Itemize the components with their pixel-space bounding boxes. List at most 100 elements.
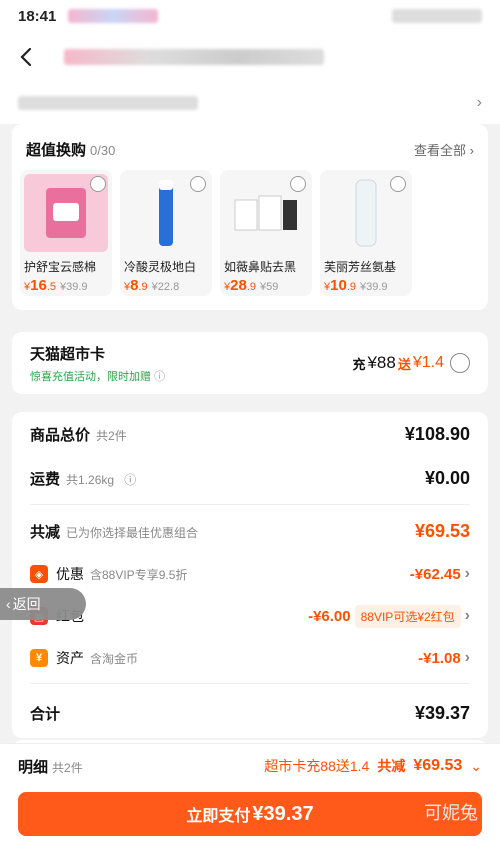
chevron-right-icon: › xyxy=(464,607,470,624)
tmall-info: 天猫超市卡 惊喜充值活动，限时加赠 ⓘ xyxy=(30,343,165,384)
price-int: 16 xyxy=(30,277,47,294)
old-price: ¥39.9 xyxy=(60,281,88,293)
detail-label-wrap: 明细 共2件 xyxy=(18,756,83,777)
summary-card: 商品总价 共2件 ¥108.90 运费 共1.26kg ⓘ ¥0.00 共减 已为你选… xyxy=(12,412,488,738)
select-radio[interactable] xyxy=(290,176,306,192)
exchange-count: 0/30 xyxy=(90,142,116,158)
asset-row[interactable]: ¥ 资产 含淘金币 -¥1.08 › xyxy=(30,637,470,679)
return-label: 返回 xyxy=(12,596,41,612)
price-int: 10 xyxy=(330,277,347,294)
offer-bonus: ¥1.4 xyxy=(412,354,444,371)
product-price: ¥10.9 ¥39.9 xyxy=(324,277,408,294)
coin-icon: ¥ xyxy=(30,649,48,667)
goods-total-label-wrap: 商品总价 共2件 xyxy=(30,424,127,445)
product-name: 芙丽芳丝氨基 xyxy=(324,260,397,274)
watermark: 可妮兔 xyxy=(424,803,478,823)
coupon-icon: ◈ xyxy=(30,565,48,583)
divider xyxy=(30,504,470,505)
discount-label-wrap: 共减 已为你选择最佳优惠组合 xyxy=(30,521,198,542)
select-radio[interactable] xyxy=(390,176,406,192)
shipping-weight: 共1.26kg xyxy=(66,472,115,487)
exchange-title: 超值换购 xyxy=(26,141,87,159)
detail-label: 明细 xyxy=(18,758,49,776)
exchange-item[interactable]: 冷酸灵极地白 ¥8.9 ¥22.8 xyxy=(120,170,212,296)
view-all-label: 查看全部 xyxy=(414,142,467,158)
old-price: ¥39.9 xyxy=(360,281,388,293)
exchange-list: 护舒宝云感棉 ¥16.5 ¥39.9 冷酸灵极地白 ¥8.9 ¥22.8 如薇鼻… xyxy=(20,170,488,296)
exchange-header: 超值换购 0/30 查看全部 › xyxy=(20,134,488,164)
info-icon[interactable]: ⓘ xyxy=(154,371,165,383)
product-name: 护舒宝云感棉 xyxy=(24,260,97,274)
exchange-card: 超值换购 0/30 查看全部 › 护舒宝云感棉 ¥16.5 ¥39.9 冷酸灵极… xyxy=(12,124,488,310)
old-price: ¥22.8 xyxy=(151,281,180,293)
shipping-label: 运费 xyxy=(30,470,61,488)
tmall-subtitle-text: 惊喜充值活动，限时加赠 xyxy=(30,370,151,383)
blurred-store-name xyxy=(64,49,324,65)
help-icon[interactable]: ⓘ xyxy=(124,473,136,487)
select-radio[interactable] xyxy=(90,176,106,192)
asset-label-wrap: ¥ 资产 含淘金币 xyxy=(30,648,138,668)
detail-summary: 超市卡充88送1.4 共减 ¥69.53 ⌄ xyxy=(264,756,482,776)
exchange-title-wrap: 超值换购 0/30 xyxy=(26,139,115,160)
blurred-status-icons xyxy=(68,9,159,23)
tmall-select-radio[interactable] xyxy=(450,353,470,373)
promo-value-wrap: -¥62.45 › xyxy=(410,565,470,583)
asset-value-wrap: -¥1.08 › xyxy=(418,649,470,667)
shipping-fee: ¥0.00 xyxy=(424,467,470,488)
top-bar xyxy=(0,32,500,82)
product-price: ¥28.9 ¥59 xyxy=(224,277,308,294)
discount-row: 共减 已为你选择最佳优惠组合 ¥69.53 xyxy=(30,509,470,553)
goods-total-row: 商品总价 共2件 ¥108.90 xyxy=(30,412,470,456)
back-arrow-icon[interactable] xyxy=(14,45,38,69)
promo-row[interactable]: ◈ 优惠 含88VIP专享9.5折 -¥62.45 › xyxy=(30,553,470,595)
tmall-subtitle: 惊喜充值活动，限时加赠 ⓘ xyxy=(30,368,165,384)
checkout-screen: 18:41 › 超值换购 0/30 查看全部 › 护舒宝云感棉 ¥16.5 ¥3… xyxy=(0,0,500,843)
offer-prefix: 充 xyxy=(352,356,366,372)
discount-note: 已为你选择最佳优惠组合 xyxy=(66,525,199,540)
total-label: 合计 xyxy=(30,705,61,723)
detail-count: 共2件 xyxy=(52,760,83,775)
chevron-right-icon: › xyxy=(476,94,482,111)
redpacket-row[interactable]: ▣红包 -¥6.0088VIP可选¥2红包› xyxy=(30,595,470,637)
total-row: 合计 ¥39.37 xyxy=(30,688,470,738)
price-dec: .9 xyxy=(246,281,256,293)
asset-value: -¥1.08 xyxy=(418,649,461,667)
blurred-status-right xyxy=(392,9,482,23)
asset-note: 含淘金币 xyxy=(90,651,139,666)
price-dec: .9 xyxy=(346,281,356,293)
detail-row[interactable]: 明细 共2件 超市卡充88送1.4 共减 ¥69.53 ⌄ xyxy=(0,748,500,784)
redpacket-value: -¥6.00 xyxy=(308,607,351,625)
pay-label: 立即支付 xyxy=(186,808,251,825)
asset-label: 资产 xyxy=(56,650,84,666)
status-bar: 18:41 xyxy=(0,0,500,32)
return-button[interactable]: ‹ 返回 xyxy=(0,588,86,620)
product-name: 如薇鼻贴去黑 xyxy=(224,260,297,274)
redpacket-tag: 88VIP可选¥2红包 xyxy=(354,604,461,628)
pay-now-button[interactable]: 立即支付 ¥39.37 xyxy=(18,792,482,836)
chevron-right-icon: › xyxy=(469,142,474,158)
product-price: ¥8.9 ¥22.8 xyxy=(124,277,208,294)
shipping-row: 运费 共1.26kg ⓘ ¥0.00 xyxy=(30,456,470,500)
product-name: 冷酸灵极地白 xyxy=(124,260,197,274)
exchange-item[interactable]: 护舒宝云感棉 ¥16.5 ¥39.9 xyxy=(20,170,112,296)
bottom-bar: 明细 共2件 超市卡充88送1.4 共减 ¥69.53 ⌄ 立即支付 ¥39.37 xyxy=(0,743,500,843)
total-value: ¥39.37 xyxy=(414,702,470,723)
chevron-down-icon: ⌄ xyxy=(470,757,482,774)
price-dec: .5 xyxy=(46,281,56,293)
exchange-item[interactable]: 芙丽芳丝氨基 ¥10.9 ¥39.9 xyxy=(320,170,412,296)
address-row[interactable]: › xyxy=(0,82,500,124)
detail-offer: 超市卡充88送1.4 xyxy=(264,758,370,774)
select-radio[interactable] xyxy=(190,176,206,192)
discount-total: ¥69.53 xyxy=(414,520,470,541)
shipping-label-wrap: 运费 共1.26kg ⓘ xyxy=(30,468,136,489)
chevron-right-icon: › xyxy=(464,565,470,582)
promo-value: -¥62.45 xyxy=(409,565,461,583)
promo-label-wrap: ◈ 优惠 含88VIP专享9.5折 xyxy=(30,564,187,584)
view-all-link[interactable]: 查看全部 › xyxy=(414,140,474,159)
chevron-left-icon: ‹ xyxy=(6,596,11,612)
tmall-card[interactable]: 天猫超市卡 惊喜充值活动，限时加赠 ⓘ 充 ¥88 送 ¥1.4 xyxy=(12,332,488,394)
promo-note: 含88VIP专享9.5折 xyxy=(90,567,188,582)
offer-amount: ¥88 xyxy=(367,353,396,372)
product-price: ¥16.5 ¥39.9 xyxy=(24,277,108,294)
exchange-item[interactable]: 如薇鼻贴去黑 ¥28.9 ¥59 xyxy=(220,170,312,296)
